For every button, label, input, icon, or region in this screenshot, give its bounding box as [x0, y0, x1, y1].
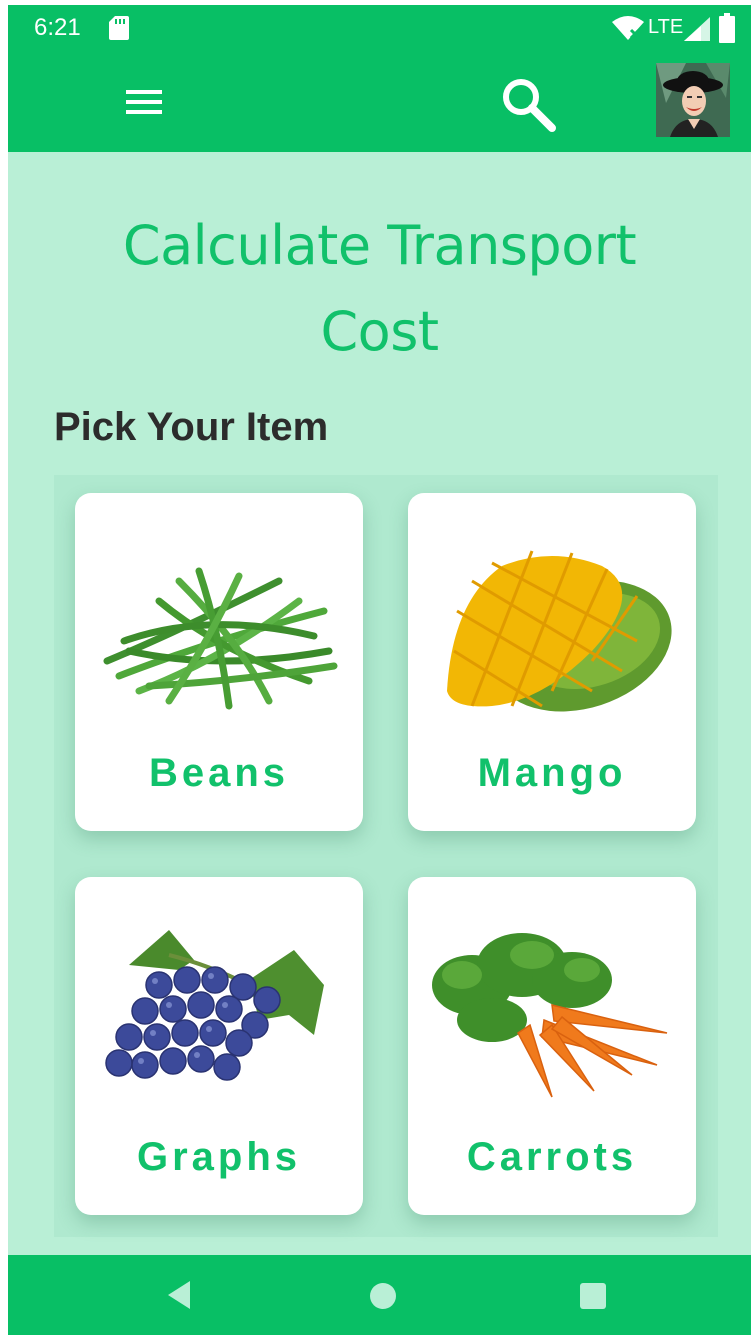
item-label: Carrots	[466, 1135, 638, 1179]
green-beans-image	[103, 567, 338, 710]
app-bar	[8, 50, 751, 152]
search-icon	[503, 79, 556, 132]
status-time: 6:21	[34, 14, 81, 41]
wifi-off-icon	[612, 16, 644, 40]
home-circle-icon[interactable]	[368, 1281, 398, 1311]
search-button[interactable]	[496, 72, 560, 136]
item-card-beans[interactable]: Beans	[75, 493, 363, 831]
grapes-image	[105, 930, 324, 1081]
item-card-graphs[interactable]: Graphs	[75, 877, 363, 1215]
app-screen: 6:21 LTE Calculate Transport Cost Pick Y…	[8, 5, 751, 1335]
hamburger-menu-icon	[126, 90, 162, 114]
sd-card-icon	[109, 16, 129, 40]
page-title-line-1: Calculate Transport	[122, 214, 637, 277]
cell-signal-icon	[684, 17, 710, 41]
item-label: Mango	[477, 751, 627, 795]
recents-square-icon[interactable]	[578, 1281, 608, 1311]
status-bar: 6:21 LTE	[8, 5, 751, 50]
section-subtitle: Pick Your Item	[54, 405, 329, 449]
navigation-bar	[8, 1255, 751, 1335]
page-title-line-2: Cost	[320, 300, 439, 363]
mango-image	[447, 550, 672, 712]
item-card-carrots[interactable]: Carrots	[408, 877, 696, 1215]
battery-icon	[719, 13, 735, 43]
items-grid: Beans Mango Graphs Carrots	[54, 475, 718, 1237]
user-avatar[interactable]	[656, 63, 730, 137]
avatar-photo-icon	[656, 63, 730, 137]
item-label: Beans	[148, 751, 290, 795]
back-triangle-icon[interactable]	[160, 1277, 196, 1313]
network-type-label: LTE	[648, 16, 684, 38]
page-title: Calculate Transport Cost	[8, 203, 751, 375]
carrots-image	[432, 933, 668, 1098]
item-label: Graphs	[136, 1135, 302, 1179]
menu-button[interactable]	[116, 78, 172, 126]
item-card-mango[interactable]: Mango	[408, 493, 696, 831]
